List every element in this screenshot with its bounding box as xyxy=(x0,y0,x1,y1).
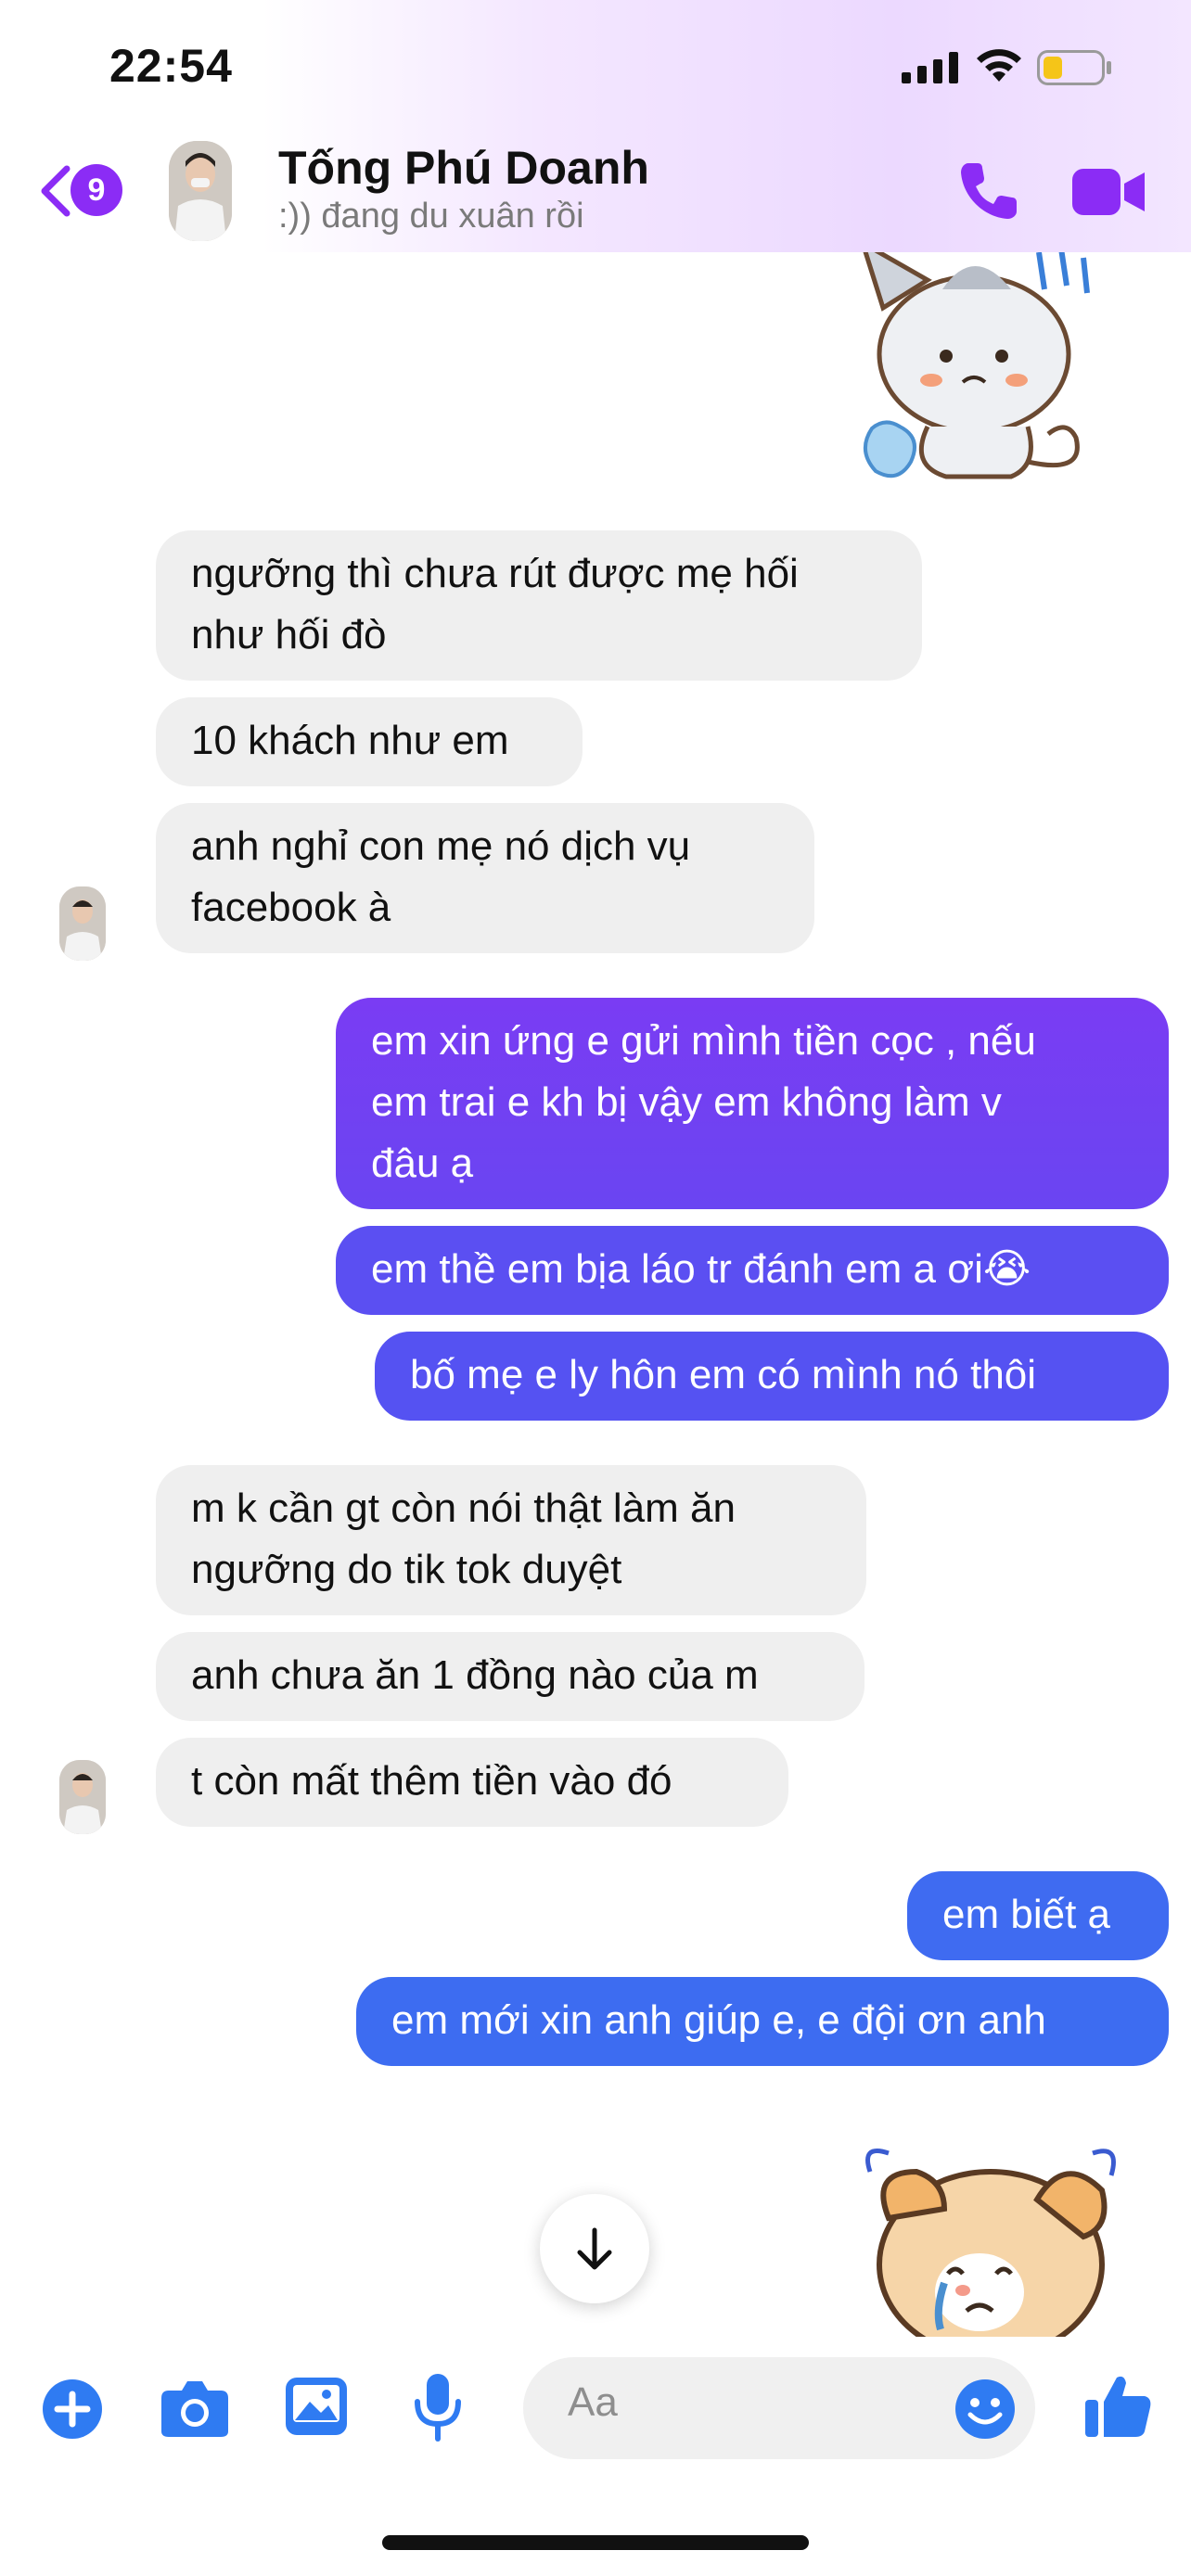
message-outgoing[interactable]: bố mẹ e ly hôn em có mình nó thôi xyxy=(375,1332,1169,1421)
contact-name[interactable]: Tống Phú Doanh xyxy=(278,141,649,195)
contact-avatar-small[interactable] xyxy=(59,1760,106,1834)
cellular-signal-icon xyxy=(902,52,958,83)
message-incoming[interactable]: 10 khách như em xyxy=(156,697,583,786)
message-incoming[interactable]: t còn mất thêm tiền vào đó xyxy=(156,1738,788,1827)
contact-avatar-small[interactable] xyxy=(59,886,106,961)
wifi-icon xyxy=(977,49,1021,82)
message-outgoing[interactable]: em xin ứng e gửi mình tiền cọc , nếu em … xyxy=(336,998,1169,1209)
message-incoming[interactable]: m k cần gt còn nói thật làm ăn ngưỡng do… xyxy=(156,1465,866,1615)
camera-icon[interactable] xyxy=(160,2378,230,2439)
thumbs-up-icon[interactable] xyxy=(1083,2370,1154,2441)
microphone-icon[interactable] xyxy=(412,2372,464,2442)
message-input-placeholder: Aa xyxy=(568,2379,618,2425)
contact-status: :)) đang du xuân rồi xyxy=(278,197,584,236)
image-icon[interactable] xyxy=(284,2376,349,2437)
message-incoming[interactable]: anh nghỉ con mẹ nó dịch vụ facebook à xyxy=(156,803,814,953)
unread-badge[interactable]: 9 xyxy=(70,164,122,216)
emoji-icon[interactable] xyxy=(954,2378,1017,2441)
arrow-down-icon xyxy=(577,2227,612,2270)
back-chevron-icon[interactable] xyxy=(37,163,74,219)
video-camera-icon[interactable] xyxy=(1072,165,1146,219)
status-time: 22:54 xyxy=(109,40,233,92)
message-outgoing[interactable]: em mới xin anh giúp e, e đội ơn anh xyxy=(356,1977,1169,2066)
crying-cat-sticker xyxy=(865,2149,1116,2337)
home-indicator xyxy=(382,2535,809,2550)
message-outgoing[interactable]: em thề em bịa láo tr đánh em a ơi😭 xyxy=(336,1226,1169,1315)
message-incoming[interactable]: ngưỡng thì chưa rút được mẹ hối như hối … xyxy=(156,530,922,681)
battery-icon xyxy=(1037,50,1111,85)
scroll-to-bottom-button[interactable] xyxy=(540,2194,649,2303)
contact-avatar[interactable] xyxy=(169,141,232,241)
message-incoming[interactable]: anh chưa ăn 1 đồng nào của m xyxy=(156,1632,864,1721)
crying-cat-sticker xyxy=(863,252,1090,479)
phone-icon[interactable] xyxy=(955,158,1022,224)
message-outgoing[interactable]: em biết ạ xyxy=(907,1871,1169,1960)
plus-icon[interactable] xyxy=(41,2378,104,2441)
